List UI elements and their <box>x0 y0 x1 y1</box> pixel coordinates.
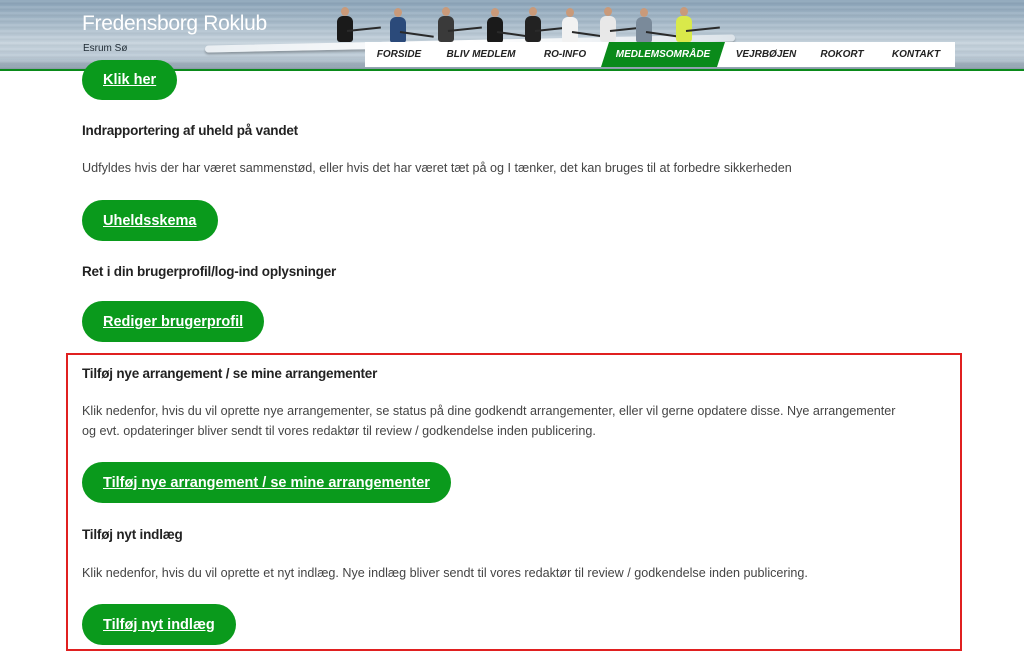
site-tagline: Esrum Sø <box>83 43 128 54</box>
edit-profile-button[interactable]: Rediger brugerprofil <box>82 301 265 342</box>
site-title[interactable]: Fredensborg Roklub <box>82 12 267 36</box>
nav-item-forside[interactable]: FORSIDE <box>365 42 433 67</box>
profile-heading: Ret i din brugerprofil/log-ind oplysning… <box>82 264 337 279</box>
rower-figure <box>487 8 503 43</box>
uheldsskema-button[interactable]: Uheldsskema <box>82 200 218 241</box>
nav-item-ro-info[interactable]: RO-INFO <box>529 42 601 67</box>
nav-item-medlemsomraade[interactable]: MEDLEMSOMRÅDE <box>601 42 725 67</box>
rower-figure <box>636 8 652 43</box>
highlight-box <box>66 353 962 651</box>
nav-item-kontakt[interactable]: KONTAKT <box>877 42 955 67</box>
accident-description: Udfyldes hvis der har været sammenstød, … <box>82 161 792 175</box>
accident-heading: Indrapportering af uheld på vandet <box>82 123 298 138</box>
main-nav: FORSIDE BLIV MEDLEM RO-INFO MEDLEMSOMRÅD… <box>365 42 955 67</box>
nav-item-vejrbojen[interactable]: VEJRBØJEN <box>725 42 807 67</box>
klik-her-button[interactable]: Klik her <box>82 60 178 100</box>
nav-item-bliv-medlem[interactable]: BLIV MEDLEM <box>433 42 529 67</box>
rower-figure <box>562 8 578 43</box>
rower-figure <box>390 8 406 43</box>
nav-item-rokort[interactable]: ROKORT <box>807 42 877 67</box>
